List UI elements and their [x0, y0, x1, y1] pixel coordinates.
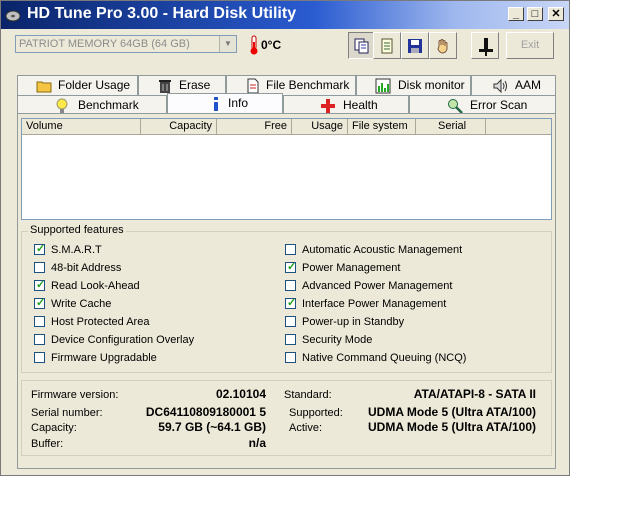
- serial-value: DC64110809180001 5: [145, 405, 266, 419]
- firmware-value: 02.10104: [215, 387, 266, 401]
- feature-label: 48-bit Address: [51, 262, 122, 274]
- feature-label: Device Configuration Overlay: [51, 334, 195, 346]
- supported-features-legend: Supported features: [28, 224, 126, 236]
- tab-label: AAM: [515, 78, 542, 92]
- feature-label: Read Look-Ahead: [51, 280, 140, 292]
- standard-label: Standard:: [284, 389, 332, 401]
- checked-box-icon[interactable]: ✓: [34, 243, 46, 255]
- close-button[interactable]: ✕: [548, 7, 564, 21]
- checked-box-icon[interactable]: ✓: [285, 261, 297, 273]
- check-icon: ✓: [36, 297, 46, 309]
- options-button[interactable]: [429, 32, 457, 59]
- tab-label: Info: [228, 96, 249, 110]
- column-header-volume[interactable]: Volume: [22, 119, 141, 135]
- supported-mode-value: UDMA Mode 5 (Ultra ATA/100): [367, 405, 536, 419]
- active-mode-label: Active:: [289, 422, 323, 434]
- drive-select[interactable]: PATRIOT MEMORY 64GB (64 GB) ▼: [15, 35, 237, 53]
- tab-erase[interactable]: Erase: [138, 75, 226, 95]
- unchecked-box-icon[interactable]: [34, 334, 45, 345]
- tab-benchmark[interactable]: Benchmark: [17, 95, 167, 115]
- tab-file-benchmark[interactable]: File Benchmark: [226, 75, 356, 95]
- feature-label: Host Protected Area: [51, 316, 150, 328]
- unchecked-box-icon[interactable]: [34, 316, 45, 327]
- checked-box-icon[interactable]: ✓: [285, 297, 297, 309]
- copy-info-button[interactable]: [348, 32, 376, 59]
- minimize-button[interactable]: _: [508, 7, 524, 21]
- maximize-button[interactable]: □: [527, 7, 543, 21]
- column-header-file-system[interactable]: File system: [348, 119, 416, 135]
- chevron-down-icon[interactable]: ▼: [219, 36, 236, 52]
- unchecked-box-icon[interactable]: [34, 352, 45, 363]
- trash-icon: [157, 78, 173, 94]
- save-button[interactable]: [401, 32, 429, 59]
- window-title: HD Tune Pro 3.00 - Hard Disk Utility: [27, 5, 297, 22]
- thermometer-icon: [249, 35, 259, 58]
- unchecked-box-icon[interactable]: [285, 316, 296, 327]
- capacity-value: 59.7 GB (~64.1 GB): [158, 420, 266, 434]
- tab-info[interactable]: Info: [167, 93, 283, 115]
- feature-label: Power-up in Standby: [302, 316, 405, 328]
- unchecked-box-icon[interactable]: [285, 352, 296, 363]
- firmware-label: Firmware version:: [31, 389, 119, 401]
- capacity-label: Capacity:: [31, 422, 77, 434]
- unchecked-box-icon[interactable]: [285, 244, 296, 255]
- file-icon: [245, 78, 261, 94]
- unchecked-box-icon[interactable]: [285, 334, 296, 345]
- check-icon: ✓: [36, 279, 46, 291]
- column-header-usage[interactable]: Usage: [292, 119, 348, 135]
- tab-error-scan[interactable]: Error Scan: [409, 95, 556, 115]
- tab-label: Disk monitor: [398, 78, 465, 92]
- check-icon: ✓: [36, 243, 46, 255]
- buffer-label: Buffer:: [31, 438, 64, 450]
- tab-folder-usage[interactable]: Folder Usage: [17, 75, 138, 95]
- serial-label: Serial number:: [31, 407, 103, 419]
- folder-icon: [36, 78, 52, 94]
- feature-label: Write Cache: [51, 298, 112, 310]
- tab-health[interactable]: Health: [283, 95, 409, 115]
- app-disk-icon: [5, 7, 21, 23]
- column-header-serial[interactable]: Serial: [416, 119, 486, 135]
- feature-label: Firmware Upgradable: [51, 352, 157, 364]
- toolbar: PATRIOT MEMORY 64GB (64 GB) ▼ 0°C Exit: [1, 29, 569, 63]
- bulb-icon: [54, 98, 70, 114]
- check-icon: ✓: [287, 261, 297, 273]
- feature-label: Power Management: [302, 262, 401, 274]
- supported-mode-label: Supported:: [289, 407, 343, 419]
- eject-button[interactable]: [471, 32, 499, 59]
- drive-select-value: PATRIOT MEMORY 64GB (64 GB): [19, 38, 190, 50]
- health-cross-icon: [320, 98, 336, 114]
- unchecked-box-icon[interactable]: [285, 280, 296, 291]
- magnifier-icon: [447, 98, 463, 114]
- feature-label: Automatic Acoustic Management: [302, 244, 463, 256]
- column-header-free[interactable]: Free: [217, 119, 292, 135]
- temperature-display: 0°C: [247, 35, 287, 55]
- temperature-value: 0°C: [261, 38, 282, 52]
- app-window: HD Tune Pro 3.00 - Hard Disk Utility _ □…: [0, 0, 570, 476]
- checked-box-icon[interactable]: ✓: [34, 297, 46, 309]
- unchecked-box-icon[interactable]: [34, 262, 45, 273]
- tab-aam[interactable]: AAM: [471, 75, 556, 95]
- feature-label: S.M.A.R.T: [51, 244, 102, 256]
- copy-text-button[interactable]: [373, 32, 401, 59]
- feature-label: Advanced Power Management: [302, 280, 453, 292]
- column-header-filler: [486, 119, 551, 135]
- volume-list[interactable]: Volume Capacity Free Usage File system S…: [21, 118, 552, 220]
- speaker-icon: [492, 78, 508, 94]
- info-icon: [208, 96, 224, 112]
- feature-label: Security Mode: [302, 334, 373, 346]
- title-bar[interactable]: HD Tune Pro 3.00 - Hard Disk Utility _ □…: [1, 1, 569, 29]
- standard-value: ATA/ATAPI-8 - SATA II: [413, 387, 536, 401]
- tab-disk-monitor[interactable]: Disk monitor: [356, 75, 471, 95]
- exit-button[interactable]: Exit: [506, 32, 554, 59]
- checked-box-icon[interactable]: ✓: [34, 279, 46, 291]
- tab-label: Folder Usage: [58, 78, 131, 92]
- feature-label: Native Command Queuing (NCQ): [302, 352, 467, 364]
- column-header-capacity[interactable]: Capacity: [141, 119, 217, 135]
- feature-label: Interface Power Management: [302, 298, 447, 310]
- active-mode-value: UDMA Mode 5 (Ultra ATA/100): [367, 420, 536, 434]
- check-icon: ✓: [287, 297, 297, 309]
- buffer-value: n/a: [248, 436, 266, 450]
- monitor-icon: [375, 78, 391, 94]
